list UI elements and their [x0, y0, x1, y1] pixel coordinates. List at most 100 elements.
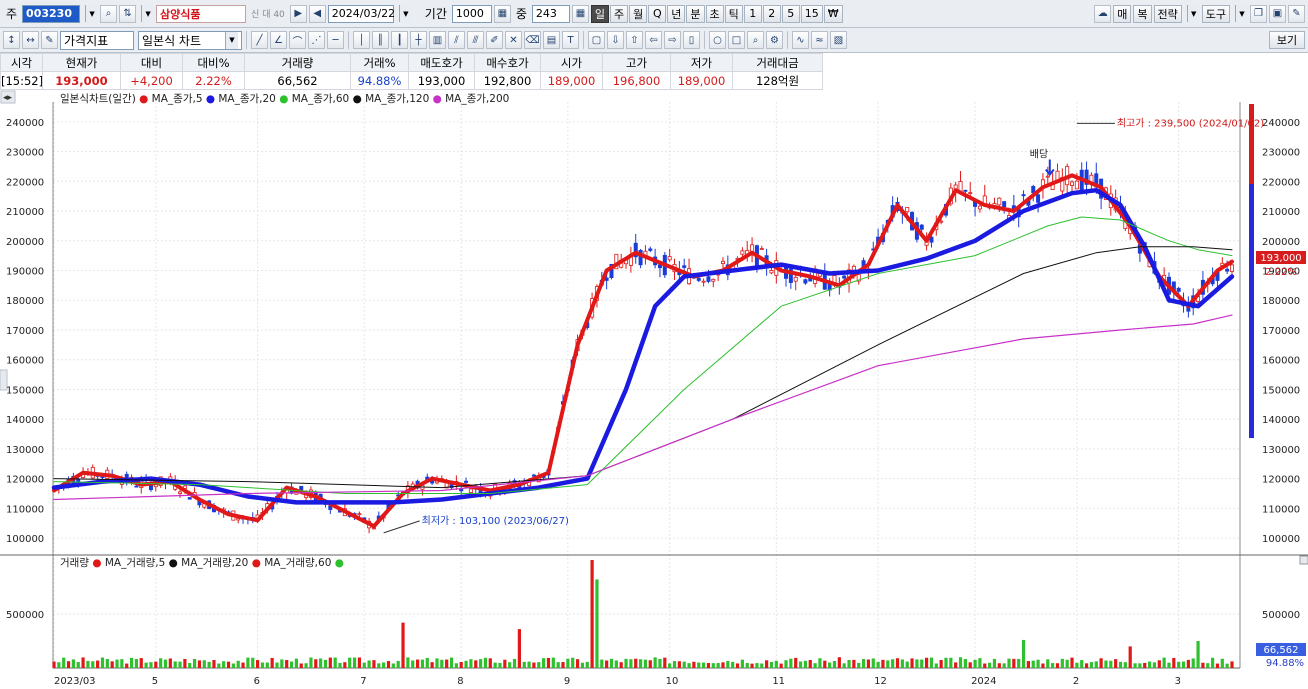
period-button[interactable]: ₩ — [823, 4, 843, 23]
chevron-down-icon[interactable]: ▼ — [1235, 5, 1248, 22]
buy-sell-button[interactable]: 매 — [1113, 4, 1132, 23]
period-button[interactable]: 일 — [590, 4, 610, 23]
volume-bar — [760, 663, 764, 668]
period-button[interactable]: 1 — [743, 4, 762, 23]
arrow-right-icon[interactable]: ⇨ — [664, 31, 681, 49]
y-tick-label-right: 210000 — [1262, 207, 1300, 218]
grid-icon[interactable]: ▦ — [571, 4, 589, 23]
period-button[interactable]: 월 — [629, 4, 648, 23]
overlap-input[interactable]: 243 — [531, 4, 570, 23]
quote-value-row: [15:52] 193,000 +4,200 2.22% 66,562 94.88% 193… — [0, 71, 823, 90]
chevron-down-icon[interactable]: ▼ — [225, 31, 238, 49]
period-button[interactable]: Q — [648, 4, 667, 23]
chevron-down-icon[interactable]: ▼ — [141, 5, 155, 22]
panel-close-icon[interactable] — [1299, 555, 1308, 565]
pen-icon[interactable]: ✐ — [486, 31, 503, 49]
strategy-button[interactable]: 전략 — [1153, 4, 1182, 23]
volume-bar — [488, 658, 492, 668]
edit-icon[interactable]: ✎ — [41, 31, 58, 49]
grid-lines-icon[interactable]: ┼ — [410, 31, 427, 49]
settings-icon[interactable]: ⚙ — [766, 31, 783, 49]
pattern-icon[interactable]: ≈ — [811, 31, 828, 49]
eraser-icon[interactable]: ⌫ — [524, 31, 541, 49]
candle-body — [842, 275, 847, 279]
square-icon[interactable]: □ — [728, 31, 745, 49]
parallel-icon[interactable]: ⫻ — [467, 31, 484, 49]
view-button[interactable]: 보기 — [1269, 31, 1305, 49]
memo-icon[interactable]: ▤ — [543, 31, 560, 49]
period-button[interactable]: 15 — [800, 4, 823, 23]
candle-body — [1002, 201, 1007, 208]
arc-icon[interactable]: ⌒ — [289, 31, 306, 49]
volume-bar — [134, 658, 139, 668]
multi-line-icon[interactable]: ║ — [372, 31, 389, 49]
circle-icon[interactable]: ○ — [709, 31, 726, 49]
x-tick-label: 5 — [152, 676, 158, 687]
period-button[interactable]: 년 — [667, 4, 686, 23]
volume-bar — [323, 659, 328, 668]
fan-icon[interactable]: ⋰ — [308, 31, 325, 49]
volume-bar — [440, 659, 444, 668]
arrow-left-icon[interactable]: ⇦ — [645, 31, 662, 49]
chevron-down-icon[interactable]: ▼ — [398, 5, 412, 22]
current-change-label: 2.22% — [1265, 267, 1297, 278]
grid-icon[interactable]: ▦ — [493, 4, 511, 23]
period-input[interactable]: 1000 — [451, 4, 492, 23]
cloud-icon[interactable]: ☁ — [1094, 4, 1112, 23]
indicator-select[interactable]: 가격지표 — [60, 30, 134, 50]
save-icon[interactable]: ▣ — [1269, 4, 1286, 23]
y-tick-label-right: 140000 — [1262, 415, 1300, 426]
text-icon[interactable]: T — [562, 31, 579, 49]
stock-name-field[interactable]: 삼양식품 — [156, 4, 247, 23]
volume-bar — [949, 657, 953, 668]
date-input[interactable]: 2024/03/22 — [327, 4, 395, 23]
channel-icon[interactable]: ⫽ — [448, 31, 465, 49]
tools-button[interactable]: 도구 — [1201, 4, 1230, 23]
copy-icon[interactable]: ❐ — [1250, 4, 1267, 23]
wave-icon[interactable]: ∿ — [792, 31, 809, 49]
volume-bar — [241, 662, 245, 668]
chart-type-select[interactable]: 일본식 차트 ▼ — [138, 30, 242, 50]
search-icon[interactable]: ⌕ — [100, 4, 118, 23]
chevron-down-icon[interactable]: ▼ — [1186, 5, 1200, 22]
period-button[interactable]: 2 — [762, 4, 781, 23]
cross-icon[interactable]: ✕ — [505, 31, 522, 49]
volume-legend: 거래량 ● MA_거래량,5 ● MA_거래량,20 ● MA_거래량,60 ● — [60, 557, 344, 569]
candle-body — [1176, 287, 1181, 292]
multi-button[interactable]: 복 — [1133, 4, 1152, 23]
quote-value-cell: 94.88% — [350, 71, 409, 90]
y-tick-label-right: 130000 — [1262, 445, 1300, 456]
angle-icon[interactable]: ∠ — [270, 31, 287, 49]
horizontal-line-icon[interactable]: ─ — [327, 31, 344, 49]
document-icon[interactable]: ▯ — [683, 31, 700, 49]
candle-body — [793, 276, 798, 282]
period-button[interactable]: 분 — [686, 4, 705, 23]
zoom-icon[interactable]: ⌕ — [747, 31, 764, 49]
period-button[interactable]: 틱 — [724, 4, 743, 23]
line-draw-icon[interactable]: ╱ — [251, 31, 268, 49]
play-left-icon[interactable]: ◀ — [308, 4, 326, 23]
arrow-leftright-icon[interactable]: ↔ — [22, 31, 39, 49]
candle-body — [968, 192, 973, 194]
arrow-down-icon[interactable]: ⇩ — [607, 31, 624, 49]
play-right-icon[interactable]: ▶ — [289, 4, 307, 23]
fibonacci-icon[interactable]: ┃ — [391, 31, 408, 49]
volume-bar — [857, 662, 861, 668]
box-icon[interactable]: ▢ — [588, 31, 605, 49]
sort-icon[interactable]: ⇅ — [119, 4, 137, 23]
chevron-down-icon[interactable]: ▼ — [85, 5, 99, 22]
candle-body — [468, 488, 473, 494]
arrow-up-icon[interactable]: ⇧ — [626, 31, 643, 49]
period-button[interactable]: 초 — [705, 4, 724, 23]
vertical-line-icon[interactable]: │ — [353, 31, 370, 49]
period-button[interactable]: 5 — [781, 4, 800, 23]
bars-icon[interactable]: ▥ — [429, 31, 446, 49]
volume-bar — [924, 657, 929, 668]
period-button[interactable]: 주 — [610, 4, 629, 23]
image-icon[interactable]: ▧ — [830, 31, 847, 49]
stock-code-input[interactable]: 003230 — [22, 4, 81, 23]
wrench-icon[interactable]: ✎ — [1288, 4, 1305, 23]
stock-chart[interactable]: ◂▸ 일본식차트(일간) ● MA_종가,5 ● MA_종가,20 ● MA_종… — [0, 90, 1308, 689]
volume-bar — [246, 657, 250, 668]
arrow-updown-icon[interactable]: ↕ — [3, 31, 20, 49]
